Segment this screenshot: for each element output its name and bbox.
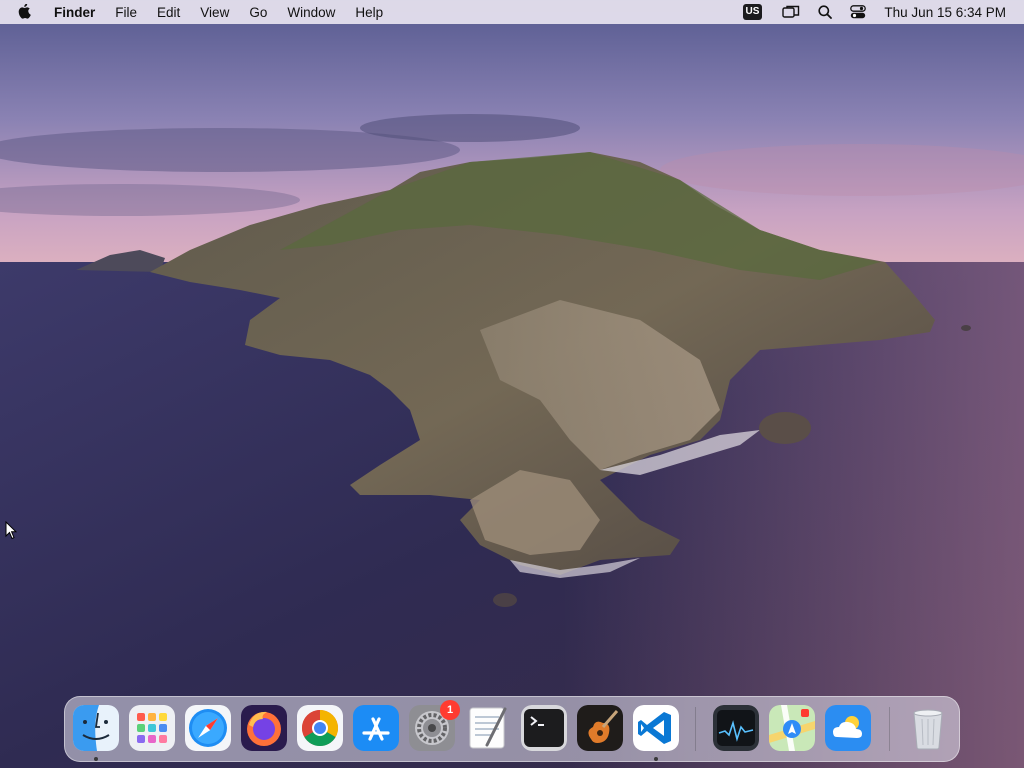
dock-garageband[interactable] <box>577 705 623 751</box>
menu-bar: Finder File Edit View Go Window Help US … <box>0 0 1024 24</box>
activity-monitor-icon <box>713 705 759 751</box>
spotlight-search-icon[interactable] <box>818 0 833 24</box>
app-store-icon <box>353 705 399 751</box>
dock-finder[interactable] <box>73 705 119 751</box>
vscode-running-indicator <box>654 757 658 761</box>
dock: 1 <box>64 696 960 762</box>
menu-help[interactable]: Help <box>345 0 393 24</box>
vscode-icon <box>633 705 679 751</box>
menu-view[interactable]: View <box>190 0 239 24</box>
menu-go[interactable]: Go <box>239 0 277 24</box>
dock-separator-trash <box>889 707 890 751</box>
dock-trash[interactable] <box>905 705 951 751</box>
dock-separator <box>695 707 696 751</box>
control-center-icon[interactable] <box>850 0 867 24</box>
dock-safari[interactable] <box>185 705 231 751</box>
dock-app-store[interactable] <box>353 705 399 751</box>
menu-bar-clock[interactable]: Thu Jun 15 6:34 PM <box>884 5 1006 20</box>
apple-menu[interactable] <box>0 0 50 24</box>
dock-vscode[interactable] <box>633 705 679 751</box>
finder-running-indicator <box>94 757 98 761</box>
maps-icon <box>769 705 815 751</box>
input-source-menu[interactable]: US <box>742 0 763 24</box>
dock-firefox[interactable] <box>241 705 287 751</box>
trash-icon <box>913 709 943 750</box>
screen-mirroring-icon[interactable] <box>782 0 800 24</box>
menu-app-name[interactable]: Finder <box>50 0 105 24</box>
menu-file[interactable]: File <box>105 0 147 24</box>
finder-icon <box>73 705 119 751</box>
dock-textedit[interactable] <box>465 705 511 751</box>
safari-icon <box>185 705 231 751</box>
dock-terminal[interactable] <box>521 705 567 751</box>
textedit-icon <box>469 707 507 749</box>
dock-activity-monitor[interactable] <box>713 705 759 751</box>
dock-chrome[interactable] <box>297 705 343 751</box>
weather-icon <box>825 705 871 751</box>
firefox-icon <box>241 705 287 751</box>
input-source-badge: US <box>742 4 763 20</box>
launchpad-icon <box>129 705 175 751</box>
dock-maps[interactable] <box>769 705 815 751</box>
dock-weather[interactable] <box>825 705 871 751</box>
menu-window[interactable]: Window <box>277 0 345 24</box>
dock-launchpad[interactable] <box>129 705 175 751</box>
mouse-pointer-icon <box>5 520 18 545</box>
apple-logo-icon <box>18 4 31 19</box>
desktop-wallpaper <box>0 0 1024 768</box>
notification-badge: 1 <box>440 700 460 720</box>
terminal-icon <box>521 705 567 751</box>
garageband-icon <box>577 705 623 751</box>
chrome-icon <box>297 705 343 751</box>
menu-edit[interactable]: Edit <box>147 0 190 24</box>
